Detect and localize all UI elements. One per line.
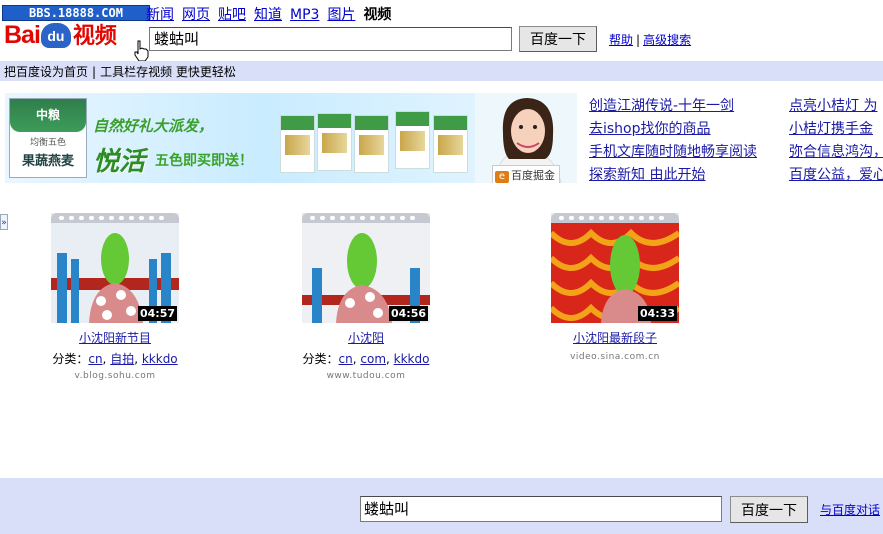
video-source: v.blog.sohu.com: [74, 371, 156, 381]
product-box-icon: [395, 111, 430, 169]
top-nav: 新闻 网页 贴吧 知道 MP3 图片 视频: [146, 4, 399, 24]
product-box-icon: [317, 113, 352, 171]
help-link[interactable]: 帮助: [609, 33, 633, 47]
ad-link[interactable]: 点亮小桔灯 为: [789, 95, 883, 118]
ad-link[interactable]: 创造江湖传说-十年一剑: [589, 95, 757, 118]
cofco-logo: 中粮 均衡五色 果蔬燕麦: [9, 98, 87, 178]
ad-link[interactable]: 小桔灯携手金: [789, 118, 883, 141]
logo-paw-icon: du: [40, 23, 71, 48]
video-title[interactable]: 小沈阳最新段子: [573, 329, 657, 346]
help-links: 帮助 | 高级搜索: [609, 33, 692, 47]
advanced-search-link[interactable]: 高级搜索: [643, 33, 691, 47]
product-box-icon: [433, 115, 468, 173]
tag-link[interactable]: cn: [339, 352, 353, 366]
ad-link[interactable]: 百度公益，爱心: [789, 164, 883, 187]
video-source: video.sina.com.cn: [570, 352, 660, 362]
video-result: 04:56 小沈阳 分类：cn, com, kkkdo www.tudou.co…: [291, 213, 441, 381]
tag-link[interactable]: cn: [88, 352, 102, 366]
ad-links-col1: 创造江湖传说-十年一剑 去ishop找你的商品 手机文库随时随地畅享阅读 探索新…: [589, 95, 757, 187]
baidu-jinjin-tag[interactable]: e 百度掘金: [492, 165, 560, 183]
banner-brand: 悦活: [93, 147, 146, 177]
band-links: 把百度设为首页 | 工具栏存视频 更快更轻松: [4, 65, 236, 79]
product-box-icon: [280, 115, 315, 173]
chat-with-baidu-link[interactable]: 与百度对话: [820, 501, 880, 518]
video-title[interactable]: 小沈阳: [348, 329, 384, 346]
product-box-icon: [354, 115, 389, 173]
watermark: BBS.18888.COM: [2, 5, 150, 21]
ad-link[interactable]: 探索新知 由此开始: [589, 164, 757, 187]
nav-video-current: 视频: [363, 7, 392, 23]
filmstrip-icon: [551, 213, 679, 223]
footer-search-input[interactable]: 蝼蛄叫: [360, 496, 722, 522]
search-button[interactable]: 百度一下: [519, 26, 597, 52]
video-duration: 04:57: [137, 306, 177, 321]
baidu-video-logo[interactable]: Bai du 视频: [4, 21, 117, 49]
tag-link[interactable]: kkkdo: [394, 352, 430, 366]
expand-arrow-icon[interactable]: »: [0, 214, 8, 230]
nav-web[interactable]: 网页: [182, 7, 210, 23]
toolbar-link[interactable]: 工具栏存视频 更快更轻松: [100, 65, 236, 79]
banner-slogan: 自然好礼大派发，: [93, 117, 214, 135]
footer-search-button[interactable]: 百度一下: [730, 496, 808, 523]
video-duration: 04:33: [637, 306, 677, 321]
ad-link[interactable]: 弥合信息鸿沟，: [789, 141, 883, 164]
tag-link[interactable]: com: [360, 352, 386, 366]
ad-link[interactable]: 手机文库随时随地畅享阅读: [589, 141, 757, 164]
video-thumbnail[interactable]: 04:56: [302, 213, 430, 323]
filmstrip-icon: [302, 213, 430, 223]
nav-images[interactable]: 图片: [327, 7, 355, 23]
video-result: 04:33 小沈阳最新段子 video.sina.com.cn: [540, 213, 690, 362]
tag-link[interactable]: 自拍: [110, 352, 134, 366]
video-category: 分类：cn, 自拍, kkkdo: [52, 352, 178, 366]
tag-link[interactable]: kkkdo: [142, 352, 178, 366]
video-thumbnail[interactable]: 04:33: [551, 213, 679, 323]
set-homepage-link[interactable]: 把百度设为首页: [4, 65, 88, 79]
e-icon: e: [495, 171, 509, 183]
logo-bai: Bai: [4, 21, 41, 49]
video-source: www.tudou.com: [326, 371, 406, 381]
video-category: 分类：cn, com, kkkdo: [302, 352, 430, 366]
ad-link[interactable]: 去ishop找你的商品: [589, 118, 757, 141]
video-thumbnail[interactable]: 04:57: [51, 213, 179, 323]
video-title[interactable]: 小沈阳新节目: [79, 329, 151, 346]
video-result: 04:57 小沈阳新节目 分类：cn, 自拍, kkkdo v.blog.soh…: [40, 213, 190, 381]
filmstrip-icon: [51, 213, 179, 223]
banner-ad[interactable]: 中粮 均衡五色 果蔬燕麦 自然好礼大派发， 悦活 五色即买即送！ e 百度掘金: [5, 93, 577, 183]
logo-product: 视频: [72, 23, 117, 48]
nav-zhidao[interactable]: 知道: [254, 7, 282, 23]
nav-news[interactable]: 新闻: [146, 7, 174, 23]
nav-tieba[interactable]: 贴吧: [218, 7, 246, 23]
ad-links-col2: 点亮小桔灯 为 小桔灯携手金 弥合信息鸿沟， 百度公益，爱心: [789, 95, 883, 187]
search-input[interactable]: 蝼蛄叫: [149, 27, 512, 51]
banner-promo: 五色即买即送！: [155, 153, 253, 169]
video-duration: 04:56: [388, 306, 428, 321]
nav-mp3[interactable]: MP3: [290, 7, 319, 23]
